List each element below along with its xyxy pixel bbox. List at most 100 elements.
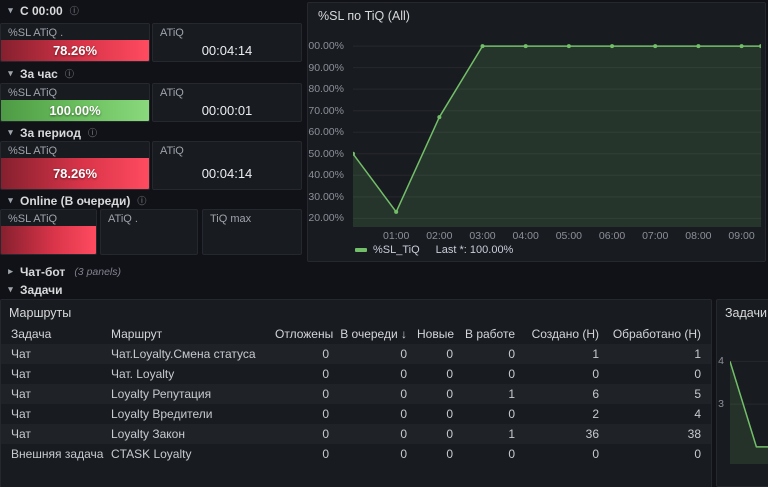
- stat-panel-sl-atiq-hour: %SL ATiQ 100.00%: [0, 83, 150, 122]
- row-header-chatbot[interactable]: ▸ Чат-бот (3 panels): [6, 264, 121, 279]
- row-header-hour[interactable]: ▾ За час ⓘ: [6, 66, 74, 81]
- panel-title[interactable]: %SL ATiQ: [1, 210, 96, 226]
- stat-value: 100.00%: [49, 103, 101, 118]
- y-tick-label: 4: [718, 355, 724, 368]
- table-cell: 0: [446, 387, 453, 401]
- panel-title[interactable]: ATiQ: [153, 84, 301, 100]
- x-axis-labels: 01:00 02:00 03:00 04:00 05:00 06:00 07:00 08:00…: [353, 230, 761, 242]
- table-cell: 0: [508, 447, 515, 461]
- stat-value: [203, 226, 301, 254]
- row-title: Чат-бот: [20, 264, 66, 279]
- panel-title[interactable]: ATiQ: [153, 24, 301, 40]
- row-header-tasks[interactable]: ▾ Задачи: [6, 282, 63, 297]
- x-tick-label: 01:00: [383, 230, 410, 242]
- row-title: За час: [20, 66, 58, 81]
- table-cell: Чат: [11, 387, 31, 401]
- column-header[interactable]: Обработано (Н): [604, 324, 706, 344]
- panel-title[interactable]: Задачи (А: [717, 300, 768, 326]
- row-title: Задачи: [20, 282, 63, 297]
- table-cell: Чат: [11, 367, 31, 381]
- table-cell: Loyalty Закон: [111, 427, 185, 441]
- y-tick-label: 90.00%: [308, 61, 344, 74]
- time-series-plot[interactable]: [351, 31, 763, 227]
- table-row: Чат Loyalty Вредители 0 0 0 0 2 4: [1, 404, 711, 424]
- table-cell: Loyalty Репутация: [111, 387, 212, 401]
- row-info-icon[interactable]: ⓘ: [65, 67, 74, 80]
- y-tick-label: 3: [718, 398, 724, 411]
- stat-value: 00:04:14: [201, 43, 253, 58]
- table-cell: 0: [592, 447, 599, 461]
- table-cell: CTASK Loyalty: [111, 447, 192, 461]
- y-axis-labels: 43: [717, 340, 729, 464]
- y-tick-label: 40.00%: [308, 169, 344, 182]
- stat-value-bar: [1, 226, 96, 254]
- row-header-online[interactable]: ▾ Online (В очереди) ⓘ: [6, 193, 146, 208]
- y-tick-label: 100.00%: [308, 40, 344, 53]
- table-cell: 0: [400, 347, 407, 361]
- row-info-icon[interactable]: ⓘ: [88, 126, 97, 139]
- legend-series-name[interactable]: %SL_TiQ: [373, 244, 420, 256]
- table-cell: 1: [508, 427, 515, 441]
- table-cell: 0: [446, 407, 453, 421]
- x-tick-label: 03:00: [469, 230, 496, 242]
- table-header-row: Задача Маршрут Отложены В очереди ↓ Новые В р…: [1, 324, 711, 344]
- stat-value-bar: 100.00%: [1, 100, 149, 121]
- column-header[interactable]: Новые: [412, 324, 458, 344]
- table-cell: 0: [322, 347, 329, 361]
- table-cell: 0: [400, 447, 407, 461]
- legend: %SL_TiQ Last *: 100.00%: [355, 244, 513, 256]
- x-tick-label: 07:00: [642, 230, 669, 242]
- row-info-icon[interactable]: ⓘ: [70, 4, 79, 17]
- stat-panel-atiq-hour: ATiQ 00:00:01: [152, 83, 302, 122]
- table-cell: 0: [592, 367, 599, 381]
- table-cell: 0: [446, 447, 453, 461]
- x-tick-label: 05:00: [555, 230, 582, 242]
- column-header[interactable]: Задача: [6, 324, 106, 344]
- row-header-since-0000[interactable]: ▾ С 00:00 ⓘ: [6, 3, 79, 18]
- table-cell: 0: [400, 407, 407, 421]
- column-header[interactable]: Маршрут: [106, 324, 270, 344]
- table-panel-routes: Маршруты Задача Маршрут Отложены В очереди …: [0, 299, 712, 487]
- y-axis-labels: 100.00% 90.00% 80.00% 70.00% 60.00% 50.00% 40.…: [308, 31, 349, 227]
- stat-value: 78.26%: [52, 43, 98, 58]
- column-header[interactable]: Создано (Н): [520, 324, 604, 344]
- table-cell: Чат.Loyalty.Смена статуса: [111, 347, 256, 361]
- row-info-icon[interactable]: ⓘ: [137, 194, 146, 207]
- time-series-plot[interactable]: [729, 340, 768, 464]
- stat-value: 78.26%: [52, 166, 98, 181]
- table-cell: Чат. Loyalty: [111, 367, 175, 381]
- column-header[interactable]: В очереди ↓: [334, 324, 412, 344]
- row-header-period[interactable]: ▾ За период ⓘ: [6, 125, 97, 140]
- row-panel-count: (3 panels): [74, 265, 122, 278]
- y-tick-label: 50.00%: [308, 147, 344, 160]
- stat-panel-atiq-period: ATiQ 00:04:14: [152, 141, 302, 190]
- table-cell: 1: [592, 347, 599, 361]
- x-tick-label: 02:00: [426, 230, 453, 242]
- stat-value: 00:04:14: [201, 166, 253, 181]
- table-cell: 36: [585, 427, 599, 441]
- column-header[interactable]: В работе: [458, 324, 520, 344]
- table-row: Чат Loyalty Закон 0 0 0 1 36 38: [1, 424, 711, 444]
- panel-title[interactable]: %SL ATiQ .: [1, 24, 149, 40]
- panel-title[interactable]: ATiQ .: [101, 210, 197, 226]
- stat-panel-atiq-day: ATiQ 00:04:14: [152, 23, 302, 62]
- chevron-down-icon: ▾: [8, 195, 13, 205]
- table-cell: 4: [694, 407, 701, 421]
- panel-title[interactable]: ATiQ: [153, 142, 301, 158]
- stat-panel-atiq-online: ATiQ .: [100, 209, 198, 255]
- table-cell: Чат: [11, 407, 31, 421]
- table-cell: 0: [322, 407, 329, 421]
- table-row: Чат Чат.Loyalty.Смена статуса 0 0 0 0 1 1: [1, 344, 711, 364]
- stat-value-bar: 78.26%: [1, 40, 149, 61]
- legend-series-color-icon: [355, 248, 367, 252]
- panel-title[interactable]: Маршруты: [1, 300, 711, 326]
- panel-title[interactable]: %SL ATiQ: [1, 84, 149, 100]
- column-header[interactable]: Отложены: [270, 324, 334, 344]
- table-cell: 5: [694, 387, 701, 401]
- panel-title[interactable]: %SL по TiQ (All): [308, 3, 765, 29]
- y-tick-label: 20.00%: [308, 212, 344, 225]
- stat-panel-sl-atiq-period: %SL ATiQ 78.26%: [0, 141, 150, 190]
- panel-title[interactable]: %SL ATiQ: [1, 142, 149, 158]
- panel-title[interactable]: TiQ max: [203, 210, 301, 226]
- x-tick-label: 09:00: [728, 230, 755, 242]
